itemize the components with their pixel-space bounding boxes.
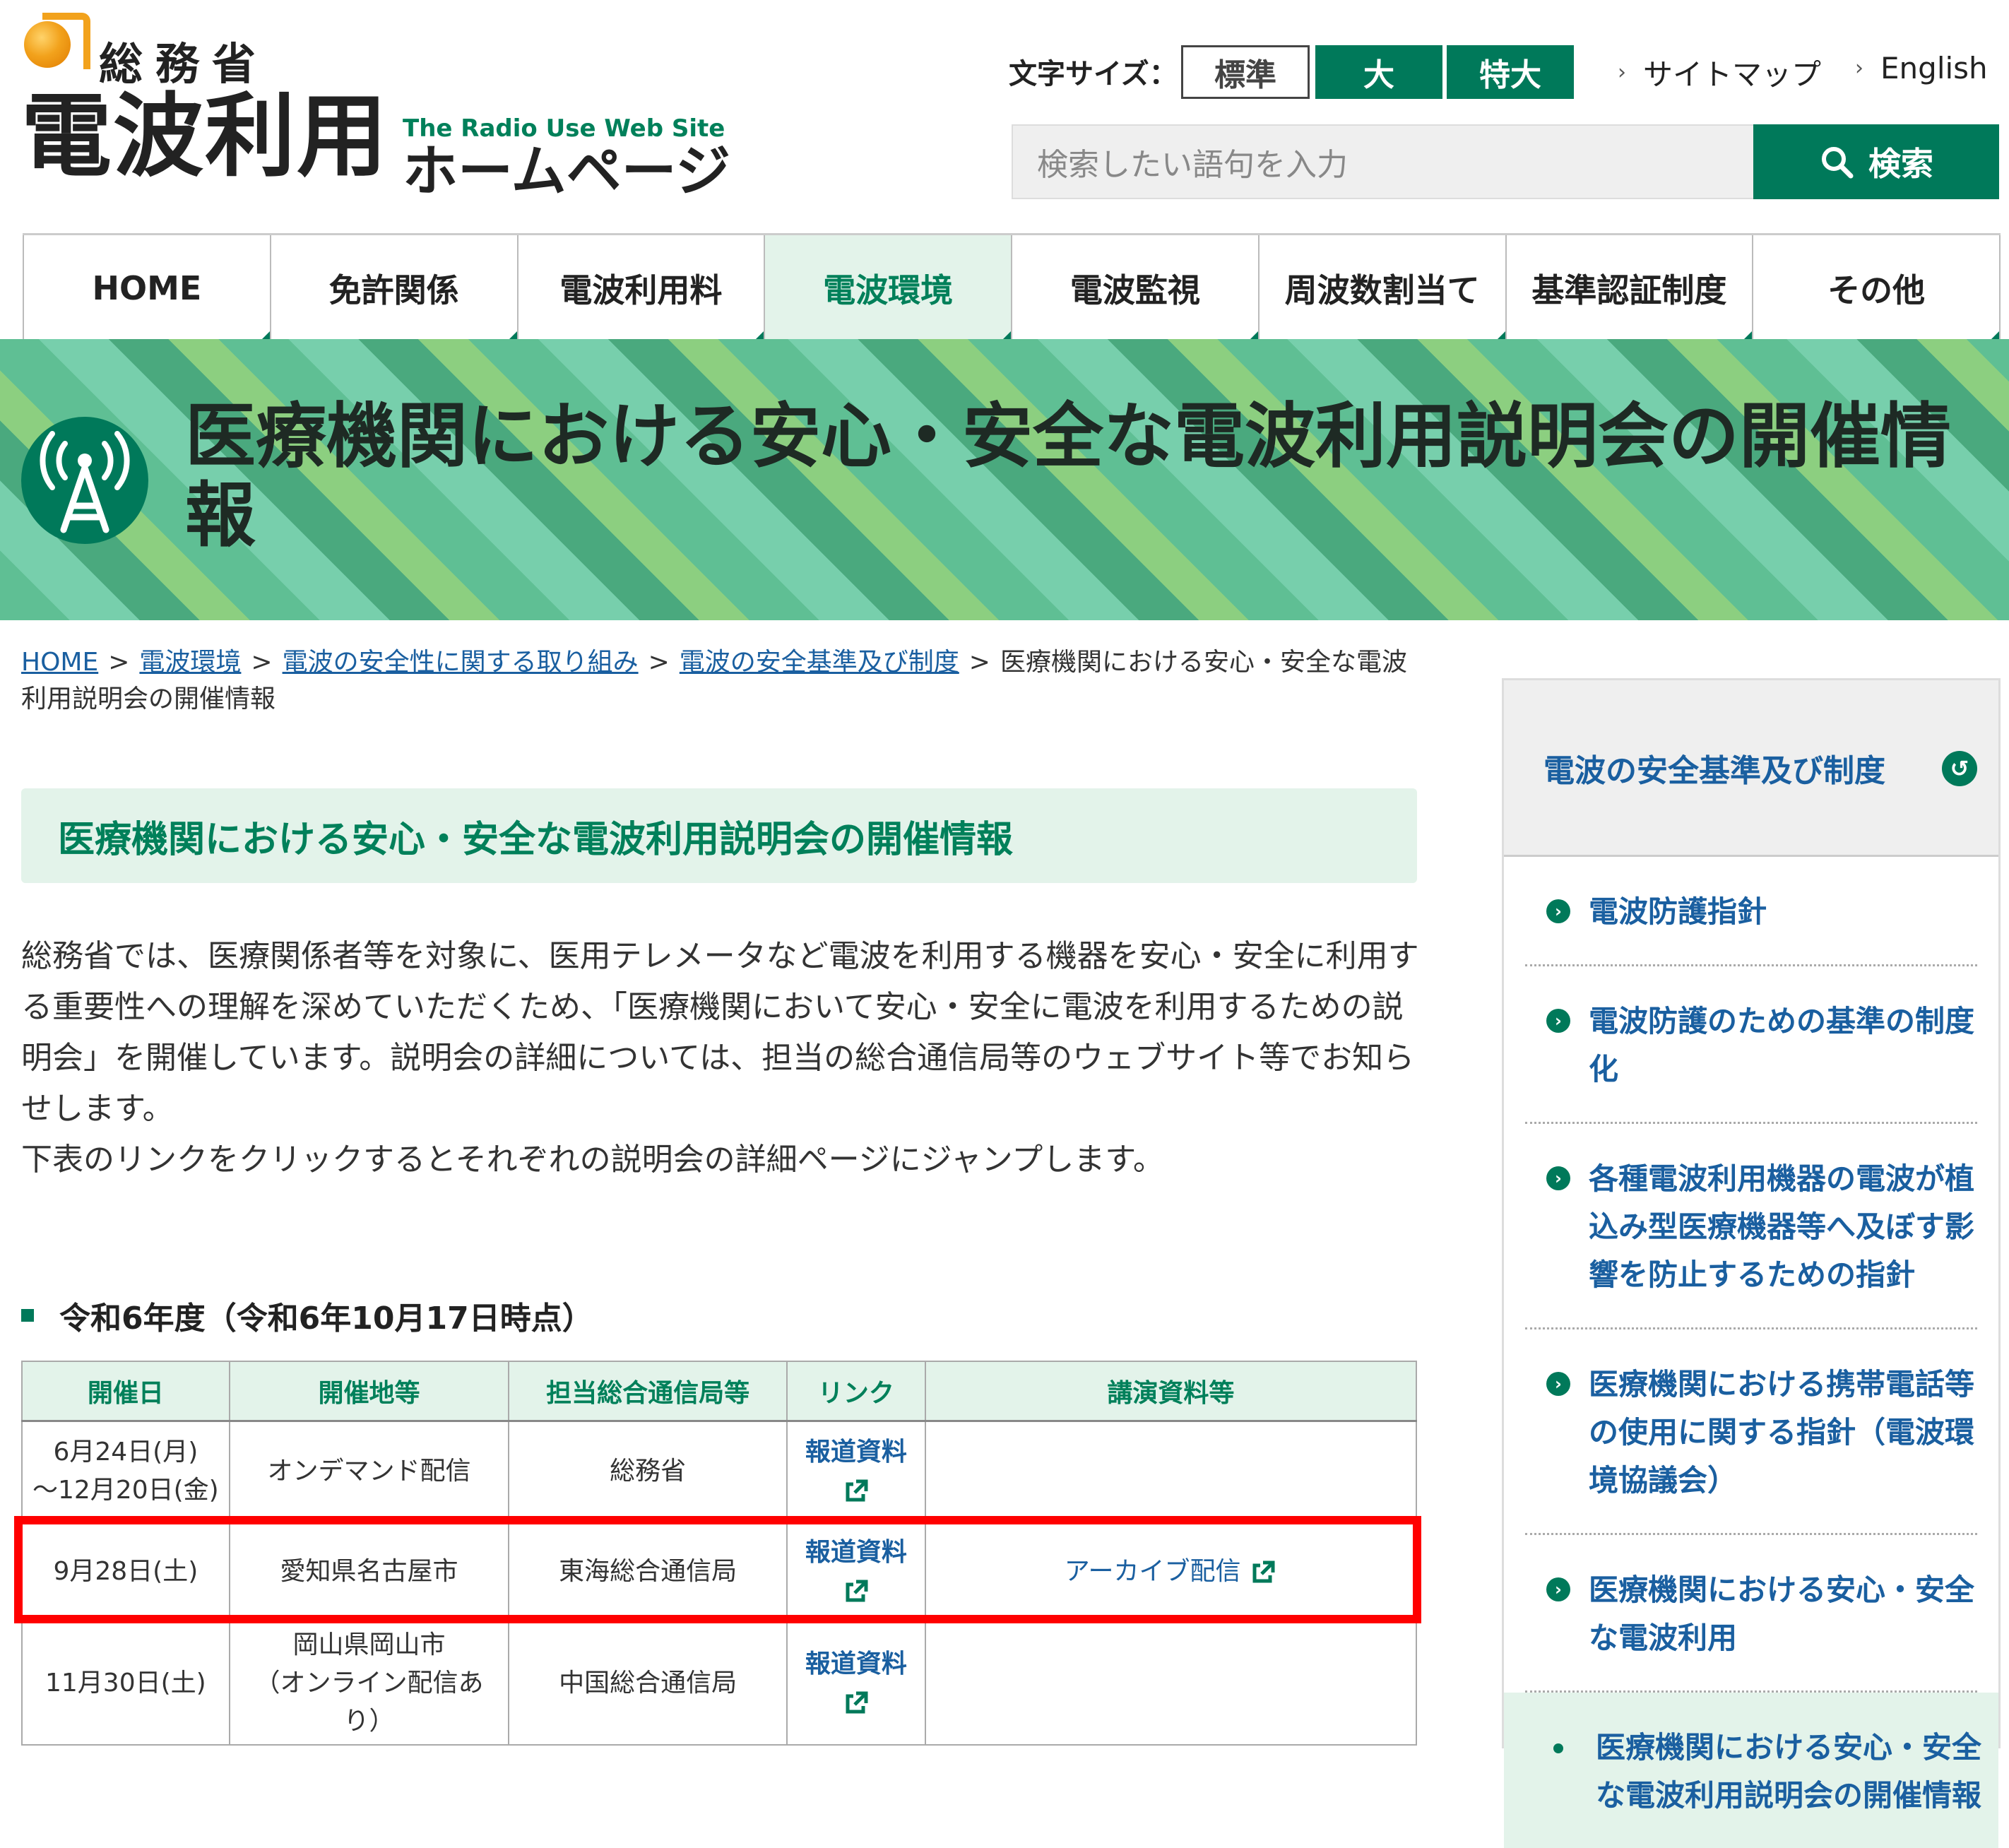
search-button-label: 検索 xyxy=(1868,145,1933,183)
sidebar-item[interactable]: › 各種電波利用機器の電波が植込み型医療機器等へ及ぼす影響を防止するための指針 xyxy=(1525,1124,1977,1329)
highlight-box xyxy=(14,1516,1421,1623)
breadcrumb-home[interactable]: HOME xyxy=(21,648,98,677)
sidebar-title[interactable]: 電波の安全基準及び制度 ↺ xyxy=(1504,680,1998,857)
intro-instruction: 下表のリンクをクリックするとそれぞれの説明会の詳細ページにジャンプします。 xyxy=(21,1142,1164,1178)
chevron-right-icon: › xyxy=(1546,1009,1570,1033)
sidebar-item-label: 医療機関における安心・安全な電波利用 xyxy=(1589,1572,1975,1655)
font-size-large-button[interactable]: 大 xyxy=(1315,45,1442,99)
table-row: 11月30日(土) 岡山県岡山市 （オンライン配信あ り） 中国総合通信局 報道資料 xyxy=(21,1621,1418,1746)
ministry-name: 総務省 xyxy=(99,38,269,90)
cell-date: 11月30日(土) xyxy=(21,1621,230,1746)
breadcrumb-safety-efforts[interactable]: 電波の安全性に関する取り組み xyxy=(283,648,639,677)
press-release-link[interactable]: 報道資料 xyxy=(805,1438,907,1505)
breadcrumb-separator: > xyxy=(648,648,670,677)
external-link-icon xyxy=(846,1691,868,1714)
intro-text: 総務省では、医療関係者等を対象に、医用テレメータなど電波を利用する機器を安心・安… xyxy=(21,931,1427,1185)
english-label: English xyxy=(1880,51,1988,85)
sidebar-item-label: 電波防護指針 xyxy=(1589,894,1767,929)
section-heading: 令和6年度（令和6年10月17日時点） xyxy=(21,1293,593,1338)
column-header: 開催日 xyxy=(21,1361,230,1422)
sidebar-item-current[interactable]: 医療機関における安心・安全な電波利用説明会の開催情報 xyxy=(1504,1693,1998,1848)
column-header: 講演資料等 xyxy=(924,1361,1418,1422)
nav-frequency-allocation[interactable]: 周波数割当て xyxy=(1259,235,1507,341)
chevron-right-icon: › xyxy=(1855,56,1863,81)
banner-title: 医療機関における安心・安全な電波利用説明会の開催情報 xyxy=(185,395,1951,557)
cell-place: オンデマンド配信 xyxy=(228,1420,510,1522)
square-bullet-icon xyxy=(21,1309,34,1322)
font-size-standard-button[interactable]: 標準 xyxy=(1181,45,1310,99)
sidebar-item-label: 各種電波利用機器の電波が植込み型医療機器等へ及ぼす影響を防止するための指針 xyxy=(1589,1161,1975,1292)
breadcrumb-separator: > xyxy=(968,648,990,677)
chevron-right-icon: › xyxy=(1546,1577,1570,1601)
cell-material xyxy=(924,1621,1418,1746)
sidebar-item[interactable]: › 医療機関における安心・安全な電波利用 xyxy=(1525,1535,1977,1693)
nav-radio-environment[interactable]: 電波環境 xyxy=(765,235,1012,341)
site-name-en: The Radio Use Web Site xyxy=(403,114,725,143)
page-banner: 医療機関における安心・安全な電波利用説明会の開催情報 xyxy=(0,339,2009,620)
table-row: 6月24日(月) ～12月20日(金) オンデマンド配信 総務省 報道資料 xyxy=(21,1420,1418,1522)
site-logo[interactable]: 総務省 電波利用 The Radio Use Web Site ホームページ xyxy=(21,13,742,203)
search-input[interactable]: 検索したい語句を入力 xyxy=(1012,124,1753,199)
sidebar-title-label: 電波の安全基準及び制度 xyxy=(1543,752,1885,789)
ministry-logo-icon xyxy=(24,13,90,69)
chevron-right-icon: › xyxy=(1618,60,1626,85)
column-header: 開催地等 xyxy=(228,1361,510,1422)
cell-bureau: 総務省 xyxy=(508,1420,788,1522)
press-release-link[interactable]: 報道資料 xyxy=(805,1649,907,1717)
column-header: 担当総合通信局等 xyxy=(508,1361,788,1422)
cell-material xyxy=(924,1420,1418,1522)
nav-monitoring[interactable]: 電波監視 xyxy=(1012,235,1260,341)
cell-place: 岡山県岡山市 （オンライン配信あ り） xyxy=(228,1621,510,1746)
chevron-right-icon: › xyxy=(1546,1372,1570,1396)
site-header: 総務省 電波利用 The Radio Use Web Site ホームページ 文… xyxy=(0,0,2009,233)
cell-link: 報道資料 xyxy=(786,1420,926,1522)
sidebar-item-label: 医療機関における安心・安全な電波利用説明会の開催情報 xyxy=(1596,1730,1982,1813)
section-title: 令和6年度（令和6年10月17日時点） xyxy=(59,1301,593,1337)
font-size-label: 文字サイズ： xyxy=(1009,58,1178,90)
external-link-icon xyxy=(846,1479,868,1502)
nav-home[interactable]: HOME xyxy=(23,235,271,341)
nav-other[interactable]: その他 xyxy=(1753,235,2001,341)
sitemap-link[interactable]: › サイトマップ xyxy=(1618,51,1821,94)
column-header: リンク xyxy=(786,1361,926,1422)
chevron-right-icon: › xyxy=(1546,899,1570,923)
table-header-row: 開催日 開催地等 担当総合通信局等 リンク 講演資料等 xyxy=(21,1361,1418,1422)
english-link[interactable]: › English xyxy=(1855,51,1988,85)
sidebar-item-label: 電波防護のための基準の制度化 xyxy=(1589,1004,1975,1086)
site-name: 電波利用 xyxy=(21,84,389,189)
cell-link: 報道資料 xyxy=(786,1621,926,1746)
sidebar-item[interactable]: › 電波防護指針 xyxy=(1525,857,1977,966)
nav-certification[interactable]: 基準認証制度 xyxy=(1506,235,1754,341)
global-nav: HOME 免許関係 電波利用料 電波環境 電波監視 周波数割当て 基準認証制度 … xyxy=(23,233,2001,341)
search-icon xyxy=(1822,147,1854,179)
breadcrumb: HOME > 電波環境 > 電波の安全性に関する取り組み > 電波の安全基準及び制度 > 医療機… xyxy=(21,644,1420,718)
sidebar-item[interactable]: › 医療機関における携帯電話等の使用に関する指針（電波環境協議会） xyxy=(1525,1329,1977,1535)
sidebar: 電波の安全基準及び制度 ↺ › 電波防護指針 › 電波防護のための基準の制度化 … xyxy=(1502,678,2001,1848)
font-size-xlarge-button[interactable]: 特大 xyxy=(1447,45,1574,99)
cell-date: 6月24日(月) ～12月20日(金) xyxy=(21,1420,230,1522)
chevron-right-icon: › xyxy=(1546,1166,1570,1190)
breadcrumb-separator: > xyxy=(108,648,130,677)
intro-paragraph: 総務省では、医療関係者等を対象に、医用テレメータなど電波を利用する機器を安心・安… xyxy=(21,938,1419,1127)
sidebar-item[interactable]: › 電波防護のための基準の制度化 xyxy=(1525,966,1977,1124)
back-arrow-icon: ↺ xyxy=(1942,751,1977,786)
sidebar-item-label: 医療機関における携帯電話等の使用に関する指針（電波環境協議会） xyxy=(1589,1367,1975,1498)
site-name-home: ホームページ xyxy=(403,140,731,203)
breadcrumb-safety-standards[interactable]: 電波の安全基準及び制度 xyxy=(680,648,959,677)
nav-usage-fee[interactable]: 電波利用料 xyxy=(518,235,766,341)
breadcrumb-radio-environment[interactable]: 電波環境 xyxy=(139,648,241,677)
page-title: 医療機関における安心・安全な電波利用説明会の開催情報 xyxy=(21,788,1417,883)
breadcrumb-separator: > xyxy=(251,648,273,677)
radio-tower-icon xyxy=(21,417,148,544)
nav-license[interactable]: 免許関係 xyxy=(271,235,518,341)
sitemap-label: サイトマップ xyxy=(1643,57,1822,92)
search-button[interactable]: 検索 xyxy=(1753,124,1999,199)
bullet-icon xyxy=(1553,1743,1563,1753)
cell-bureau: 中国総合通信局 xyxy=(508,1621,788,1746)
